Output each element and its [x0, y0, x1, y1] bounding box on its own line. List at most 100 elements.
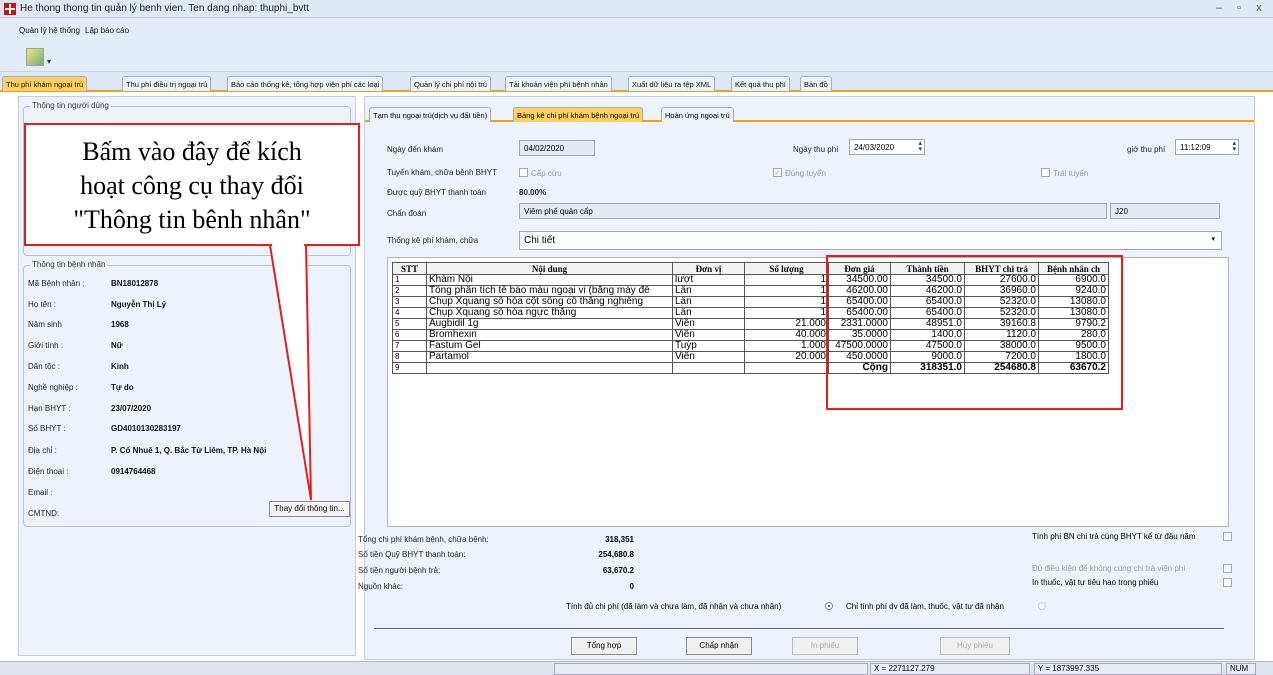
- table-cell[interactable]: 40.000: [744, 329, 829, 341]
- table-cell[interactable]: Viên: [672, 329, 745, 341]
- table-cell[interactable]: [672, 362, 745, 374]
- table-cell[interactable]: 6: [392, 329, 427, 341]
- table-cell[interactable]: Viên: [672, 351, 745, 363]
- table-cell[interactable]: Augbidil 1g: [426, 318, 673, 330]
- chevron-down-icon[interactable]: ▾: [47, 57, 51, 66]
- tab-map[interactable]: Bản đồ: [800, 76, 832, 91]
- tab-outpatient-exam[interactable]: Thu phí khám ngoại trú: [2, 76, 88, 91]
- wrong-route-checkbox[interactable]: [1041, 168, 1050, 177]
- pay-date-field[interactable]: 24/03/2020 ▴ ▾: [849, 139, 925, 155]
- table-cell[interactable]: Lần: [672, 307, 745, 319]
- table-cell[interactable]: Viên: [672, 318, 745, 330]
- gender-value: Nữ: [111, 341, 123, 350]
- table-cell[interactable]: 9: [392, 362, 427, 374]
- insurance-fund-value: 254,680.8: [598, 550, 634, 559]
- tab-inpatient-costs[interactable]: Quản lý chi phí nội trú: [410, 76, 491, 91]
- occupation-label: Nghề nghiệp :: [28, 383, 78, 392]
- gender-label: Giới tính :: [28, 341, 64, 350]
- diagnosis-field[interactable]: Viêm phế quản cấp: [519, 203, 1107, 219]
- table-cell[interactable]: 1: [744, 307, 829, 319]
- col-content[interactable]: Nội dung: [426, 262, 673, 275]
- table-cell[interactable]: 1.000: [744, 340, 829, 352]
- spinner-icon[interactable]: ▴ ▾: [918, 140, 922, 153]
- tab-results[interactable]: Kết quả thu phí: [731, 76, 790, 91]
- close-icon[interactable]: x: [1252, 2, 1266, 14]
- table-cell[interactable]: 1: [744, 274, 829, 286]
- option-yearly-checkbox[interactable]: [1223, 532, 1232, 541]
- restore-icon[interactable]: ▫: [1232, 2, 1246, 14]
- menu-report[interactable]: Lập báo cáo: [85, 26, 129, 35]
- print-button[interactable]: In phiếu: [792, 637, 858, 655]
- table-cell[interactable]: 7: [392, 340, 427, 352]
- status-bar: X = 2271127.279 Y = 1873997.335 NUM: [0, 661, 1273, 675]
- table-cell[interactable]: Chụp Xquang số hóa cột sống cổ thẳng ngh…: [426, 296, 673, 308]
- tab-reports[interactable]: Báo cáo thống kê, tổng hợp viện phí các …: [227, 76, 384, 91]
- tab-cost-statement[interactable]: Bảng kê chi phí khám bệnh ngoại trú: [513, 107, 644, 122]
- col-quantity[interactable]: Số lượng: [744, 262, 829, 275]
- chevron-down-icon[interactable]: ▾: [1211, 235, 1215, 243]
- callout-line-3: "Thông tin bênh nhân": [73, 205, 311, 234]
- tab-outpatient-treatment[interactable]: Thu phí điều trị ngoại trú: [122, 76, 212, 91]
- sum-button[interactable]: Tổng hợp: [571, 637, 637, 655]
- tab-export-xml[interactable]: Xuất dữ liệu ra tệp XML: [628, 76, 716, 91]
- insurance-label: Được quỹ BHYT thanh toán: [387, 188, 486, 197]
- tools-icon[interactable]: [26, 48, 44, 66]
- table-cell[interactable]: Lần: [672, 296, 745, 308]
- correct-route-checkbox[interactable]: ✓: [773, 168, 782, 177]
- table-cell[interactable]: 21.000: [744, 318, 829, 330]
- visit-date-field[interactable]: 04/02/2020: [519, 140, 595, 156]
- change-info-button[interactable]: Thay đổi thông tin...: [269, 501, 350, 517]
- table-cell[interactable]: lượt: [672, 274, 745, 286]
- pay-time-value: 11:12:09: [1180, 143, 1211, 152]
- other-source-value: 0: [629, 582, 634, 591]
- table-cell[interactable]: 8: [392, 351, 427, 363]
- pay-time-field[interactable]: 11:12:09 ▴ ▾: [1175, 139, 1239, 155]
- table-cell[interactable]: Partamol: [426, 351, 673, 363]
- table-cell[interactable]: Tuýp: [672, 340, 745, 352]
- option-exempt-checkbox[interactable]: [1223, 564, 1232, 573]
- table-cell[interactable]: Chụp Xquang số hóa ngực thẳng: [426, 307, 673, 319]
- cancel-receipt-button[interactable]: Hủy phiếu: [940, 637, 1010, 655]
- table-cell[interactable]: [744, 362, 829, 374]
- table-cell[interactable]: 1: [392, 274, 427, 286]
- radio-full[interactable]: [825, 602, 833, 610]
- other-source-label: Nguồn khác:: [358, 582, 403, 591]
- name-value: Nguyễn Thị Lý: [111, 300, 167, 309]
- spinner-icon[interactable]: ▴ ▾: [1232, 140, 1236, 153]
- table-cell[interactable]: Lần: [672, 285, 745, 297]
- tab-refund[interactable]: Hoàn ứng ngoại trú: [661, 107, 734, 122]
- option-print-checkbox[interactable]: [1223, 578, 1232, 587]
- table-cell[interactable]: Bromhexin: [426, 329, 673, 341]
- option-yearly-label: Tính phí BN chi trả cùng BHYT kể từ đầu …: [1032, 532, 1196, 541]
- col-unit[interactable]: Đơn vị: [672, 262, 745, 275]
- tab-patient-account[interactable]: Tài khoản viện phí bệnh nhân: [505, 76, 612, 91]
- table-cell[interactable]: Fastum Gel: [426, 340, 673, 352]
- patient-group-title: Thông tin bệnh nhân: [30, 260, 108, 269]
- birth-year-label: Năm sinh: [28, 320, 62, 329]
- table-cell[interactable]: 1: [744, 285, 829, 297]
- table-cell[interactable]: 4: [392, 307, 427, 319]
- table-cell[interactable]: [426, 362, 673, 374]
- ethnicity-label: Dân tộc :: [28, 362, 61, 371]
- radio-partial[interactable]: [1038, 602, 1046, 610]
- col-stt[interactable]: STT: [392, 262, 427, 275]
- table-cell[interactable]: 1: [744, 296, 829, 308]
- emergency-checkbox[interactable]: [519, 168, 528, 177]
- menu-system[interactable]: Quản lý hệ thống: [19, 26, 80, 35]
- table-cell[interactable]: 20.000: [744, 351, 829, 363]
- table-cell[interactable]: Khám Nội: [426, 274, 673, 286]
- diagnosis-code-field[interactable]: J20: [1110, 203, 1220, 219]
- birth-year-value: 1968: [111, 320, 129, 329]
- table-cell[interactable]: 3: [392, 296, 427, 308]
- tab-advance-payment[interactable]: Tạm thu ngoại trú(dịch vụ đất tiền): [369, 107, 492, 122]
- status-num: NUM: [1226, 663, 1256, 675]
- table-cell[interactable]: 5: [392, 318, 427, 330]
- radio-partial-label: Chỉ tính phí dv đã làm, thuốc, vật tư đã…: [846, 602, 1004, 611]
- table-cell[interactable]: 2: [392, 285, 427, 297]
- instruction-callout: Bấm vào đây để kích hoạt công cụ thay đổ…: [24, 123, 360, 246]
- accept-button[interactable]: Chấp nhận: [686, 637, 752, 655]
- ethnicity-value: Kinh: [111, 362, 129, 371]
- minimize-icon[interactable]: –: [1212, 2, 1226, 14]
- table-cell[interactable]: Tổng phân tích tế bào máu ngoại vi (bằng…: [426, 285, 673, 297]
- stat-select[interactable]: Chi tiết ▾: [519, 231, 1222, 250]
